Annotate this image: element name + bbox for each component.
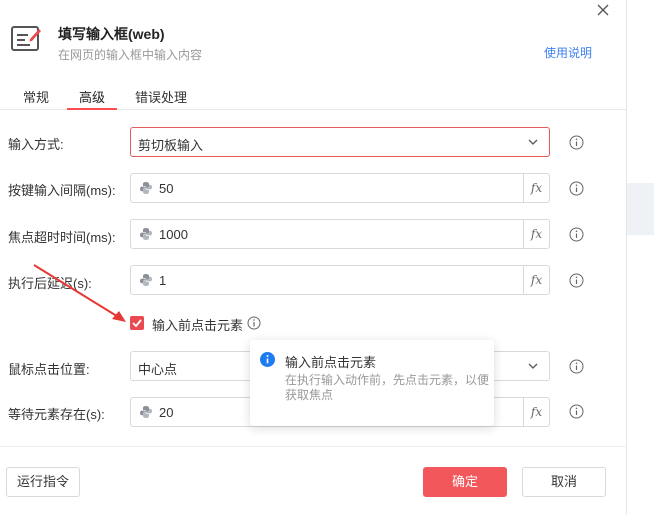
- info-filled-icon: [260, 352, 275, 367]
- cancel-button[interactable]: 取消: [522, 467, 606, 497]
- click-before-input-checkbox[interactable]: [130, 316, 144, 330]
- active-tab-indicator: [67, 108, 117, 110]
- tooltip-description: 在执行输入动作前，先点击元素，以便获取焦点: [285, 373, 490, 402]
- input-method-label: 输入方式:: [8, 137, 64, 152]
- click-position-value: 中心点: [138, 362, 178, 377]
- focus-timeout-label: 焦点超时时间(ms):: [8, 230, 116, 245]
- dialog-subtitle: 在网页的输入框中输入内容: [58, 48, 203, 62]
- tab-bar: 常规 高级 错误处理: [0, 84, 627, 110]
- python-icon: [140, 406, 152, 418]
- fx-button[interactable]: fx: [523, 266, 549, 294]
- dialog: 填写输入框(web) 在网页的输入框中输入内容 使用说明 常规 高级 错误处理 …: [0, 0, 627, 515]
- key-interval-value: 50: [159, 181, 174, 196]
- annotation-arrow-icon: [33, 264, 126, 322]
- wait-exists-value: 20: [159, 405, 174, 420]
- tooltip-title: 输入前点击元素: [285, 355, 377, 370]
- post-delay-value: 1: [159, 273, 167, 288]
- info-icon[interactable]: [569, 359, 584, 374]
- info-icon[interactable]: [569, 273, 584, 288]
- dialog-title: 填写输入框(web): [58, 26, 165, 42]
- click-before-input-label[interactable]: 输入前点击元素: [152, 315, 243, 334]
- python-icon: [140, 228, 152, 240]
- help-link[interactable]: 使用说明: [544, 44, 592, 61]
- info-icon[interactable]: [569, 404, 584, 419]
- background-panel: [627, 183, 654, 235]
- info-icon[interactable]: [569, 135, 584, 150]
- python-icon: [140, 182, 152, 194]
- wait-exists-label: 等待元素存在(s):: [8, 407, 105, 422]
- click-position-label: 鼠标点击位置:: [8, 362, 90, 377]
- post-delay-input[interactable]: 1 fx: [130, 265, 550, 295]
- info-icon[interactable]: [569, 227, 584, 242]
- tab-general[interactable]: 常规: [23, 87, 49, 106]
- fx-button[interactable]: fx: [523, 398, 549, 426]
- focus-timeout-value: 1000: [159, 227, 188, 242]
- focus-timeout-input[interactable]: 1000 fx: [130, 219, 550, 249]
- info-icon[interactable]: [247, 316, 261, 330]
- chevron-down-icon: [528, 139, 538, 145]
- input-method-value: 剪切板输入: [138, 138, 204, 153]
- form-edit-icon: [11, 26, 41, 51]
- key-interval-label: 按键输入间隔(ms):: [8, 183, 116, 198]
- footer-divider: [0, 446, 627, 447]
- python-icon: [140, 274, 152, 286]
- confirm-button[interactable]: 确定: [423, 467, 507, 497]
- fx-button[interactable]: fx: [523, 174, 549, 202]
- tab-advanced[interactable]: 高级: [79, 87, 105, 106]
- tab-error-handling[interactable]: 错误处理: [135, 87, 187, 106]
- info-icon[interactable]: [569, 181, 584, 196]
- run-command-button[interactable]: 运行指令: [6, 467, 80, 497]
- checkmark-icon: [132, 319, 142, 328]
- close-icon[interactable]: [596, 3, 610, 17]
- key-interval-input[interactable]: 50 fx: [130, 173, 550, 203]
- input-method-select[interactable]: 剪切板输入: [130, 127, 550, 157]
- fx-button[interactable]: fx: [523, 220, 549, 248]
- chevron-down-icon: [528, 363, 538, 369]
- checkbox-tooltip: 输入前点击元素 在执行输入动作前，先点击元素，以便获取焦点: [250, 340, 494, 426]
